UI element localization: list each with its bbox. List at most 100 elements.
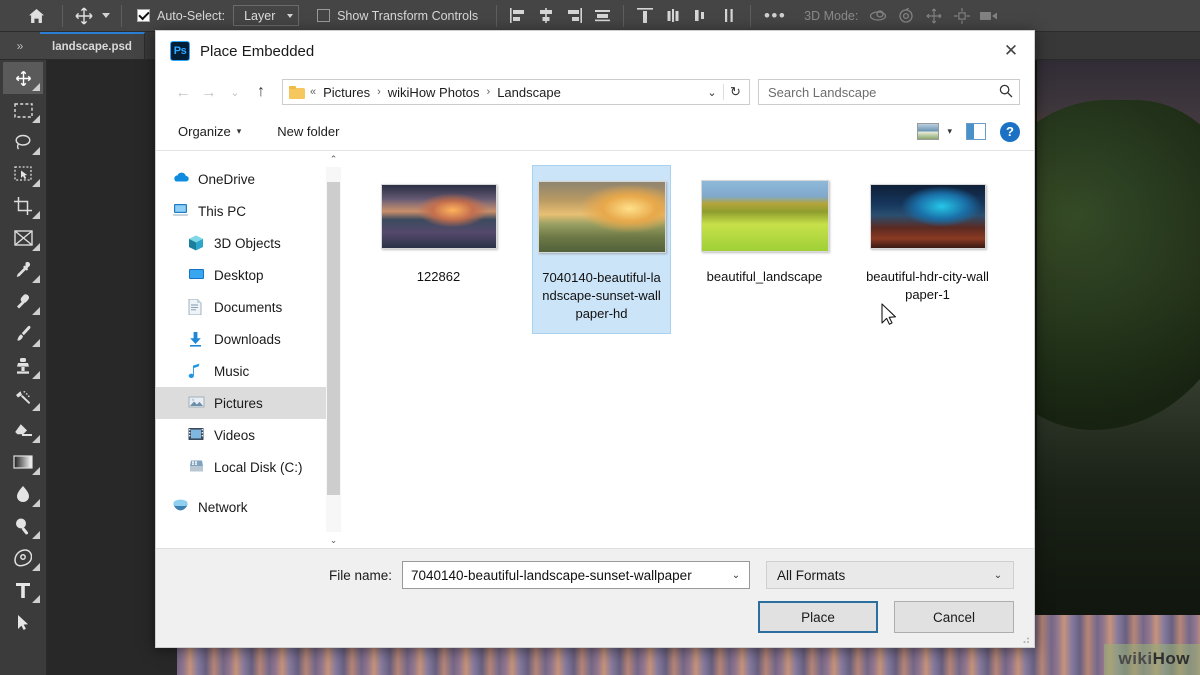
sidebar-item-desktop[interactable]: Desktop <box>156 259 341 291</box>
sidebar-item-network[interactable]: Network <box>156 491 341 523</box>
frame-tool-icon[interactable] <box>3 222 43 254</box>
eyedropper-tool-icon[interactable] <box>3 254 43 286</box>
navigation-pane: OneDrive This PC 3D Objects Desktop Docu… <box>156 151 341 548</box>
chevron-down-icon[interactable]: ▾ <box>947 126 952 137</box>
eraser-tool-icon[interactable] <box>3 414 43 446</box>
distribute-top-edges-icon[interactable] <box>631 2 659 30</box>
clone-stamp-tool-icon[interactable] <box>3 350 43 382</box>
resize-grip-icon[interactable] <box>1020 634 1030 644</box>
organize-button[interactable]: Organize ▾ <box>170 120 249 143</box>
blur-tool-icon[interactable] <box>3 478 43 510</box>
home-icon[interactable] <box>22 2 50 30</box>
file-item-7040140-selected[interactable]: 7040140-beautiful-landscape-sunset-wallp… <box>532 165 671 334</box>
move-tool-icon[interactable] <box>70 2 98 30</box>
sidebar-item-onedrive[interactable]: OneDrive <box>156 163 341 195</box>
up-one-level-icon[interactable]: ↑ <box>248 79 274 105</box>
new-folder-button[interactable]: New folder <box>269 120 347 143</box>
3d-objects-icon <box>188 235 205 252</box>
expand-panels-button[interactable]: » <box>0 32 40 59</box>
local-disk-icon <box>188 459 205 476</box>
more-options-icon[interactable]: ••• <box>758 2 792 30</box>
sidebar-item-label: 3D Objects <box>214 235 281 251</box>
recent-locations-icon[interactable]: ⌄ <box>222 79 248 105</box>
sidebar-item-music[interactable]: Music <box>156 355 341 387</box>
cancel-button[interactable]: Cancel <box>894 601 1014 633</box>
sidebar-item-local-disk-c[interactable]: Local Disk (C:) <box>156 451 341 483</box>
document-tab-landscape[interactable]: landscape.psd <box>40 32 145 59</box>
show-transform-checkbox[interactable] <box>317 9 331 22</box>
file-item-beautiful-landscape[interactable]: beautiful_landscape <box>695 165 834 334</box>
sidebar-item-pictures[interactable]: Pictures <box>156 387 341 419</box>
file-format-dropdown[interactable]: All Formats ⌄ <box>766 561 1014 589</box>
align-horizontal-centers-icon[interactable] <box>532 2 560 30</box>
address-bar[interactable]: « Pictures › wikiHow Photos › Landscape … <box>282 79 750 105</box>
chevron-down-icon[interactable]: ⌄ <box>727 570 745 581</box>
scroll-down-icon[interactable]: ⌄ <box>326 532 341 548</box>
file-item-122862[interactable]: 122862 <box>369 165 508 334</box>
watermark-text-b: How <box>1152 649 1190 668</box>
close-icon[interactable]: ✕ <box>988 31 1034 71</box>
sidebar-item-videos[interactable]: Videos <box>156 419 341 451</box>
auto-select-checkbox[interactable] <box>137 9 150 22</box>
breadcrumb-landscape[interactable]: Landscape <box>495 85 563 100</box>
search-input[interactable]: Search Landscape <box>758 79 1020 105</box>
crop-tool-icon[interactable] <box>3 190 43 222</box>
view-options-icon[interactable] <box>917 123 940 140</box>
scroll-up-icon[interactable]: ⌃ <box>326 151 341 167</box>
type-tool-icon[interactable] <box>3 574 43 606</box>
file-item-beautiful-hdr-city[interactable]: beautiful-hdr-city-wallpaper-1 <box>858 165 997 334</box>
sidebar-item-this-pc[interactable]: This PC <box>156 195 341 227</box>
this-pc-icon <box>172 203 189 220</box>
spot-healing-brush-tool-icon[interactable] <box>3 286 43 318</box>
forward-icon[interactable]: → <box>196 79 222 105</box>
photoshop-icon: Ps <box>170 41 190 61</box>
scrollbar-track[interactable] <box>326 167 341 532</box>
slide-3d-icon <box>948 2 976 30</box>
pen-tool-icon[interactable] <box>3 542 43 574</box>
auto-select-scope-dropdown[interactable]: Layer <box>233 5 300 26</box>
search-icon <box>999 84 1013 101</box>
rectangular-marquee-tool-icon[interactable] <box>3 94 43 126</box>
align-left-edges-icon[interactable] <box>504 2 532 30</box>
object-selection-tool-icon[interactable] <box>3 158 43 190</box>
sidebar-scrollbar[interactable]: ⌃ ⌄ <box>326 151 341 548</box>
dodge-tool-icon[interactable] <box>3 510 43 542</box>
footer-row-buttons: Place Cancel <box>176 601 1014 633</box>
desktop-icon <box>188 267 205 284</box>
preview-pane-icon[interactable] <box>966 123 986 140</box>
align-right-edges-icon[interactable] <box>560 2 588 30</box>
file-list-pane[interactable]: 122862 7040140-beautiful-landscape-sunse… <box>341 151 1034 548</box>
breadcrumb-pictures[interactable]: Pictures <box>321 85 372 100</box>
gradient-tool-icon[interactable] <box>3 446 43 478</box>
file-name-input[interactable]: 7040140-beautiful-landscape-sunset-wallp… <box>402 561 750 589</box>
refresh-icon[interactable]: ↻ <box>723 84 747 100</box>
breadcrumb-wikihow-photos[interactable]: wikiHow Photos <box>386 85 482 100</box>
brush-tool-icon[interactable] <box>3 318 43 350</box>
scrollbar-thumb[interactable] <box>327 181 340 496</box>
search-placeholder: Search Landscape <box>768 84 877 100</box>
align-top-edges-icon[interactable] <box>588 2 616 30</box>
dialog-footer: File name: 7040140-beautiful-landscape-s… <box>156 548 1034 647</box>
sidebar-item-documents[interactable]: Documents <box>156 291 341 323</box>
distribute-bottom-edges-icon[interactable] <box>687 2 715 30</box>
network-icon <box>172 499 189 516</box>
path-selection-tool-icon[interactable] <box>3 606 43 638</box>
dialog-title-bar[interactable]: Ps Place Embedded ✕ <box>156 31 1034 71</box>
distribute-vertical-centers-icon[interactable] <box>659 2 687 30</box>
breadcrumb-separator: › <box>377 86 381 98</box>
history-brush-tool-icon[interactable] <box>3 382 43 414</box>
address-dropdown-icon[interactable]: ⌄ <box>701 86 723 99</box>
chevron-down-icon: ▾ <box>236 126 242 136</box>
help-icon[interactable]: ? <box>1000 121 1020 142</box>
distribute-left-edges-icon[interactable] <box>715 2 743 30</box>
sidebar-item-3d-objects[interactable]: 3D Objects <box>156 227 341 259</box>
lasso-tool-icon[interactable] <box>3 126 43 158</box>
sidebar-item-downloads[interactable]: Downloads <box>156 323 341 355</box>
auto-select-scope-value: Layer <box>244 8 276 23</box>
breadcrumb-overflow[interactable]: « <box>305 86 321 98</box>
place-button[interactable]: Place <box>758 601 878 633</box>
back-icon[interactable]: ← <box>170 79 196 105</box>
move-tool-icon[interactable] <box>3 62 43 94</box>
move-tool-dropdown-icon[interactable] <box>98 2 114 30</box>
dialog-command-bar: Organize ▾ New folder ▾ ? <box>156 113 1034 151</box>
